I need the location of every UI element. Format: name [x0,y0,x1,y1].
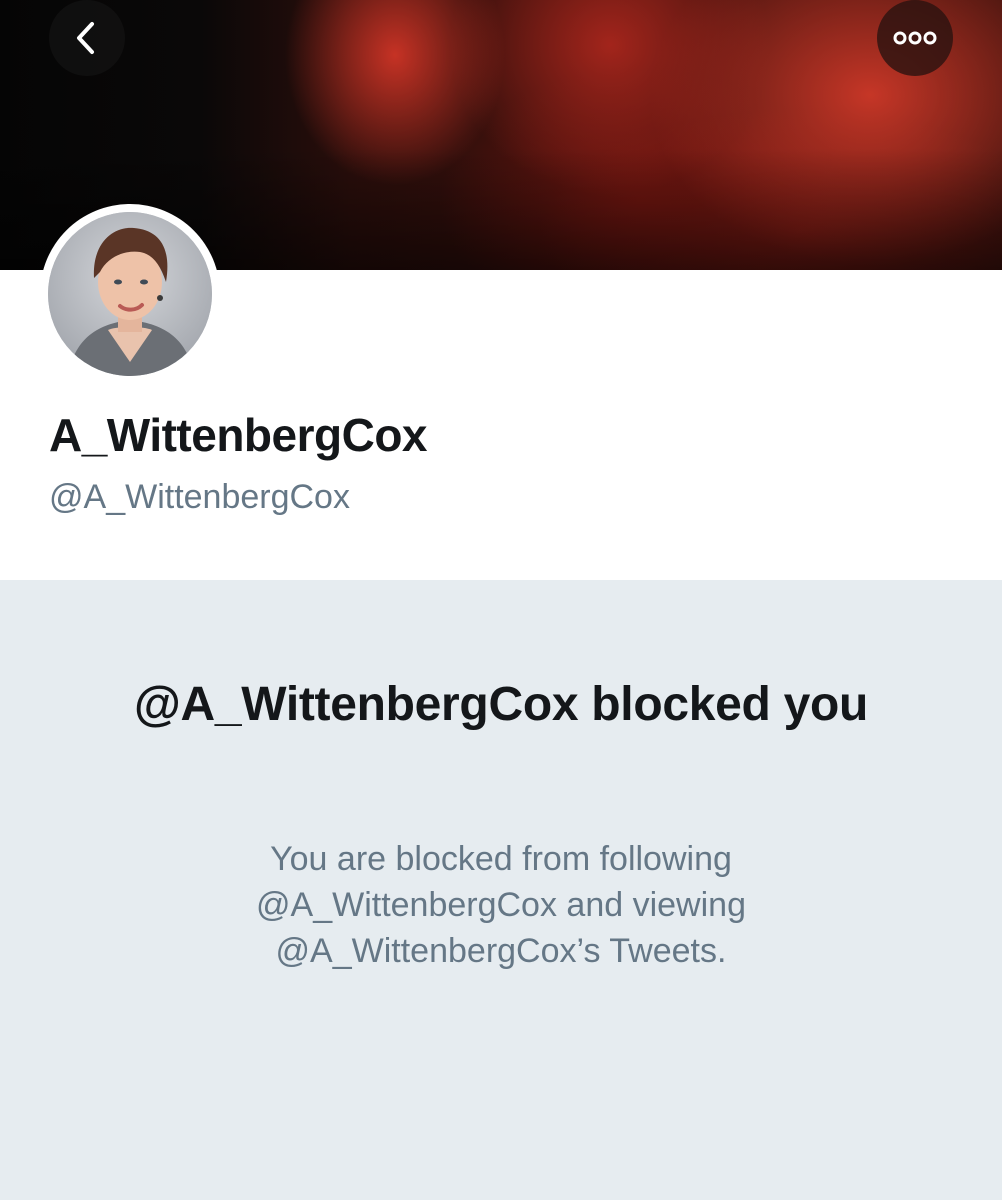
blocked-title: @A_WittenbergCox blocked you [133,678,869,731]
profile-display-name: A_WittenbergCox [49,409,428,461]
more-options-button[interactable] [877,0,953,76]
more-horizontal-icon [893,31,937,45]
back-button[interactable] [49,0,125,76]
blocked-description: You are blocked from following @A_Witten… [256,840,746,970]
blocked-notice-panel: @A_WittenbergCox blocked you You are blo… [0,580,1002,1200]
avatar-photo [48,212,212,376]
avatar[interactable] [48,212,212,376]
profile-handle: @A_WittenbergCox [49,478,350,516]
avatar-border [40,204,220,384]
chevron-left-icon [77,22,94,54]
